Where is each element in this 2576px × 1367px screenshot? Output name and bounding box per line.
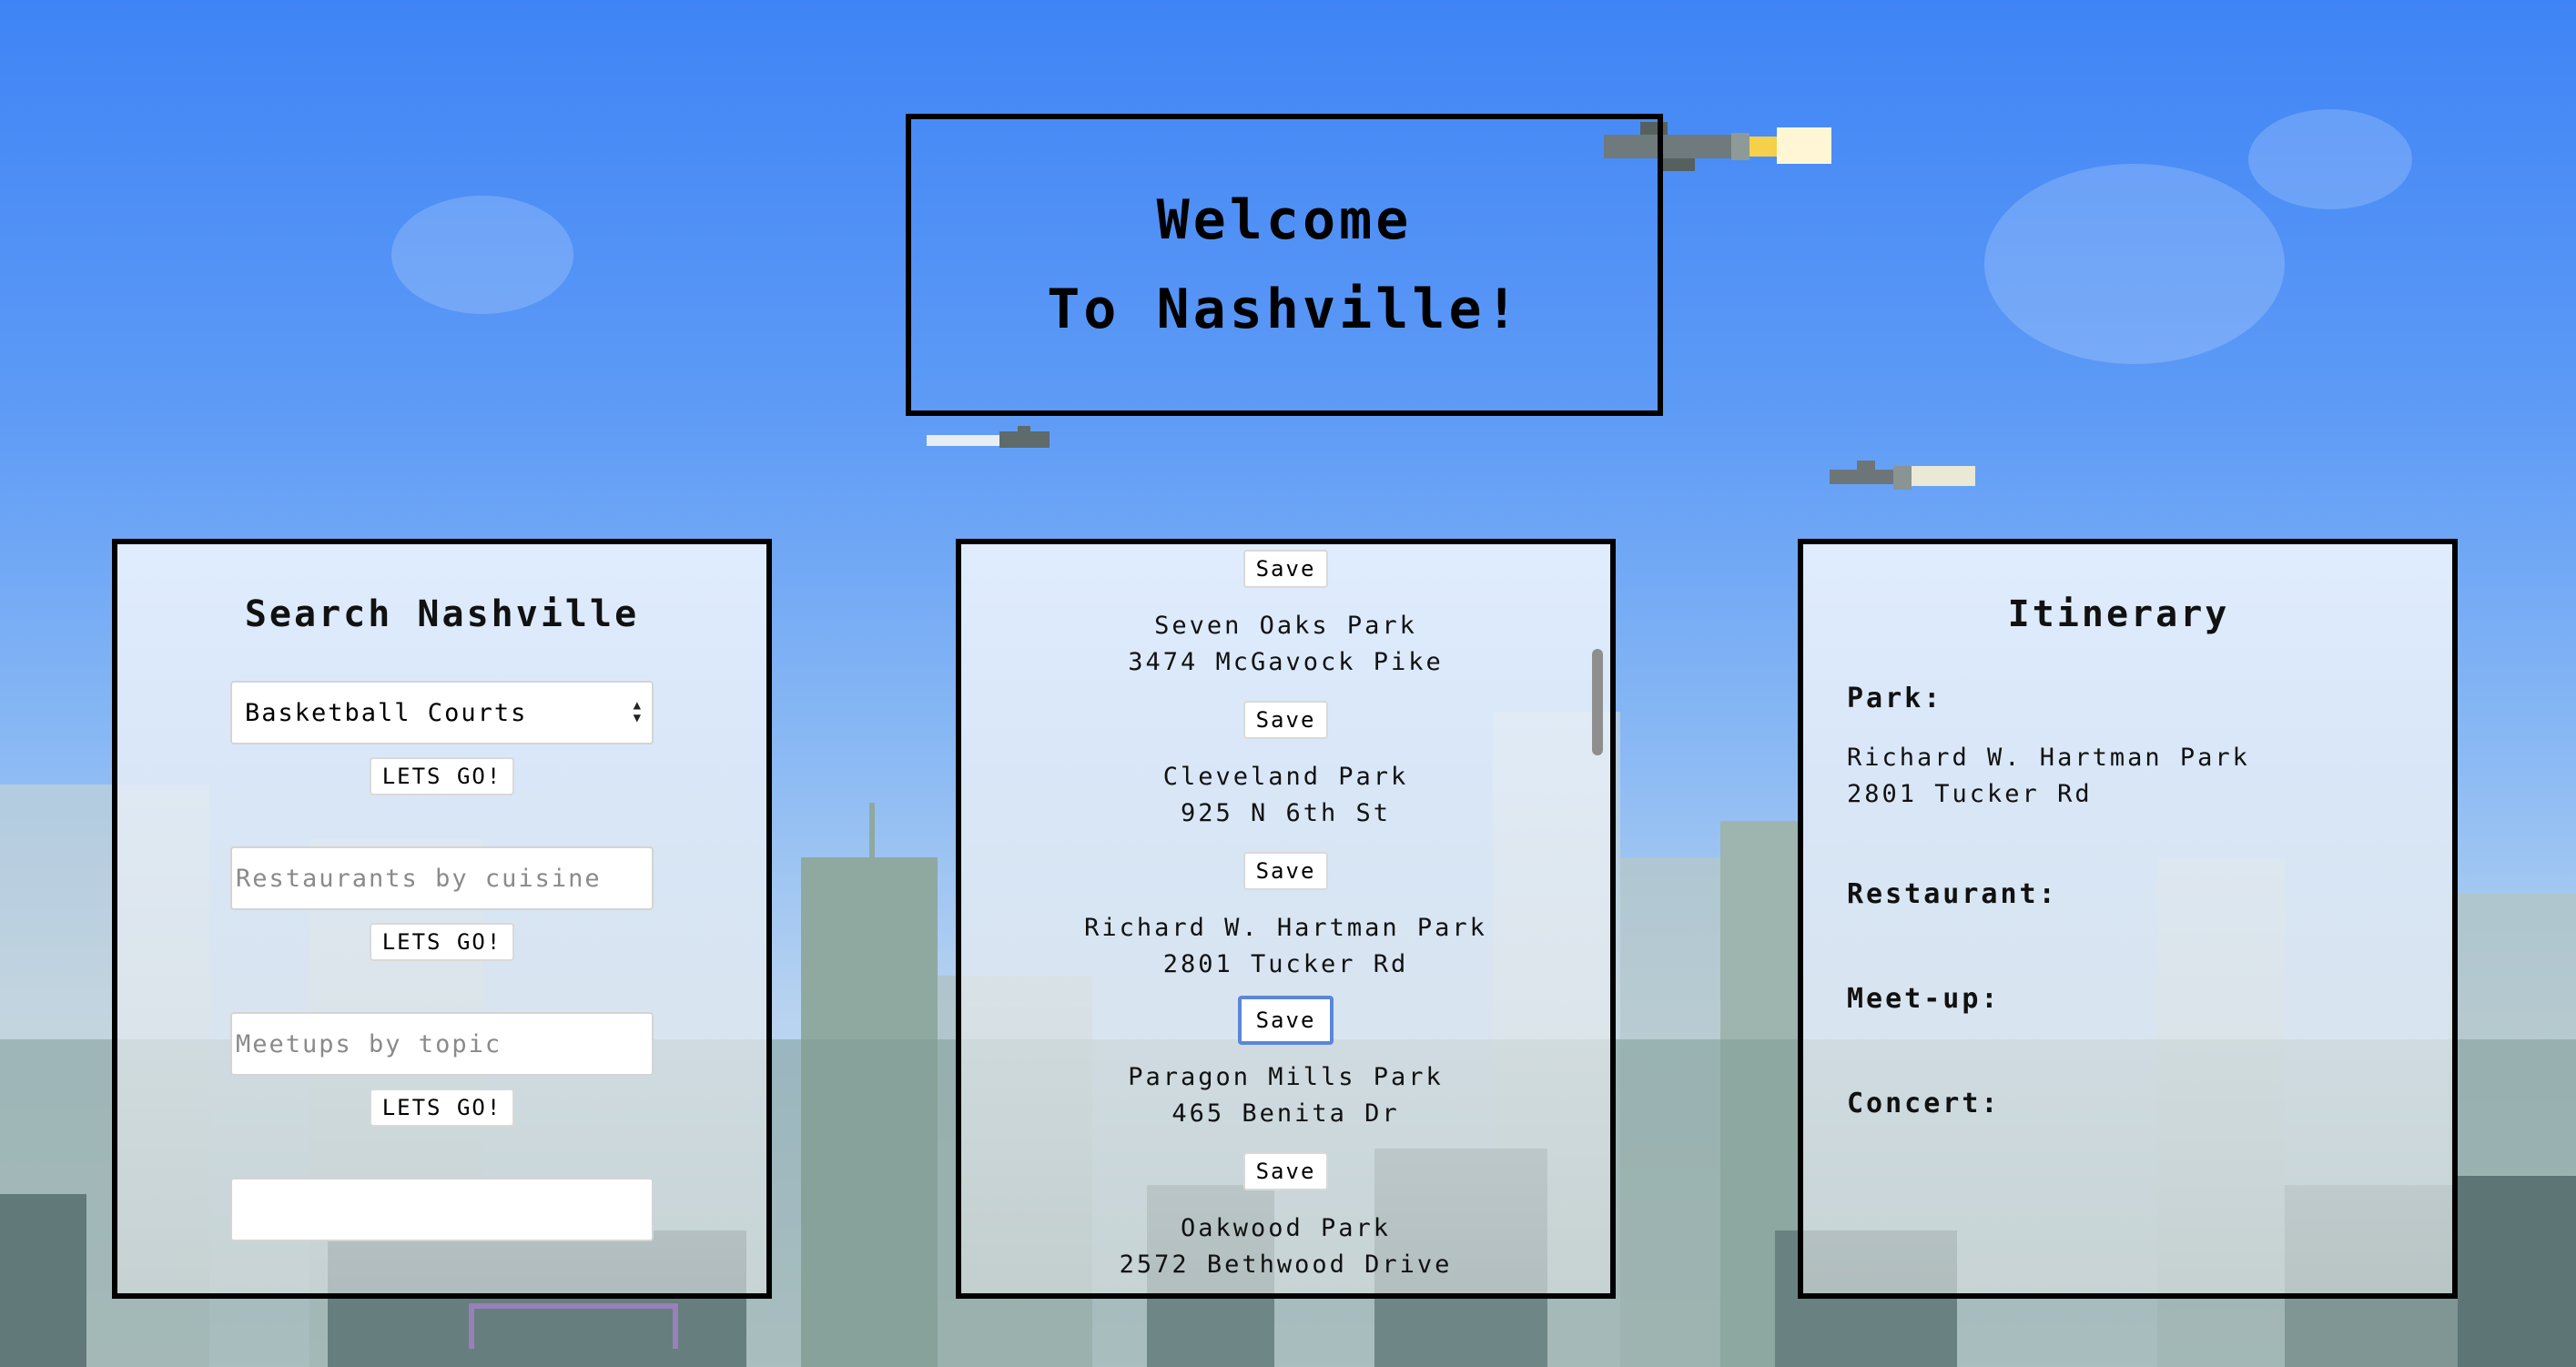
itinerary-panel: Itinerary Park: Richard W. Hartman Park … <box>1798 539 2458 1299</box>
lets-go-button-parks[interactable]: LETS GO! <box>369 757 515 795</box>
itinerary-restaurant-label: Restaurant: <box>1847 878 2058 910</box>
search-panel-title: Search Nashville <box>244 593 640 635</box>
cloud <box>1984 164 2285 364</box>
select-arrows-icon: ▲ ▼ <box>633 698 643 725</box>
result-item: Seven Oaks Park 3474 McGavock Pike <box>1128 608 1444 681</box>
restaurants-input[interactable]: Restaurants by cuisine <box>230 846 654 910</box>
result-address: 3474 McGavock Pike <box>1128 648 1444 676</box>
result-name: Paragon Mills Park <box>1128 1063 1444 1091</box>
meetups-input[interactable]: Meetups by topic <box>230 1012 654 1076</box>
result-item: Cleveland Park 925 N 6th St <box>1163 759 1409 832</box>
airplane-icon <box>927 426 1050 448</box>
airplane-icon <box>1830 461 1975 490</box>
welcome-title-line2: To Nashville! <box>1047 278 1522 341</box>
result-address: 2572 Bethwood Drive <box>1119 1251 1453 1279</box>
save-button[interactable]: Save <box>1242 852 1329 890</box>
result-name: Cleveland Park <box>1162 763 1409 791</box>
welcome-banner: Welcome To Nashville! <box>906 114 1663 416</box>
save-button-focused[interactable]: Save <box>1237 996 1334 1045</box>
save-button[interactable]: Save <box>1242 1152 1329 1190</box>
lets-go-button-meetups[interactable]: LETS GO! <box>369 1089 515 1127</box>
search-panel: Search Nashville Basketball Courts ▲ ▼ LE… <box>112 539 772 1299</box>
welcome-title-line1: Welcome <box>1156 188 1413 252</box>
category-select[interactable]: Basketball Courts ▲ ▼ <box>230 681 654 744</box>
result-address: 2801 Tucker Rd <box>1162 950 1409 978</box>
result-item: Richard W. Hartman Park 2801 Tucker Rd <box>1084 910 1487 983</box>
concerts-input[interactable] <box>230 1178 654 1241</box>
itinerary-meetup-label: Meet-up: <box>1847 983 2001 1015</box>
result-address: 465 Benita Dr <box>1171 1099 1400 1128</box>
itinerary-concert-label: Concert: <box>1847 1088 2001 1119</box>
results-scrollbar[interactable] <box>1592 649 1603 755</box>
result-item: Oakwood Park 2572 Bethwood Drive <box>1120 1210 1453 1283</box>
itinerary-title: Itinerary <box>2007 593 2230 635</box>
result-name: Seven Oaks Park <box>1154 612 1417 640</box>
itinerary-park-value: Richard W. Hartman Park 2801 Tucker Rd <box>1847 740 2434 813</box>
result-name: Oakwood Park <box>1180 1214 1392 1242</box>
category-select-value: Basketball Courts <box>245 698 528 727</box>
results-panel: Save Seven Oaks Park 3474 McGavock Pike … <box>956 539 1616 1299</box>
itinerary-park-name: Richard W. Hartman Park <box>1847 744 2250 772</box>
result-address: 925 N 6th St <box>1180 799 1392 827</box>
itinerary-park-address: 2801 Tucker Rd <box>1847 780 2093 808</box>
lets-go-button-restaurants[interactable]: LETS GO! <box>369 923 515 961</box>
cloud <box>391 196 573 314</box>
itinerary-park-label: Park: <box>1847 683 1943 714</box>
save-button[interactable]: Save <box>1242 701 1329 739</box>
result-name: Richard W. Hartman Park <box>1084 914 1487 942</box>
cloud <box>2248 109 2412 209</box>
save-button[interactable]: Save <box>1242 550 1329 588</box>
result-item: Paragon Mills Park 465 Benita Dr <box>1128 1059 1444 1132</box>
